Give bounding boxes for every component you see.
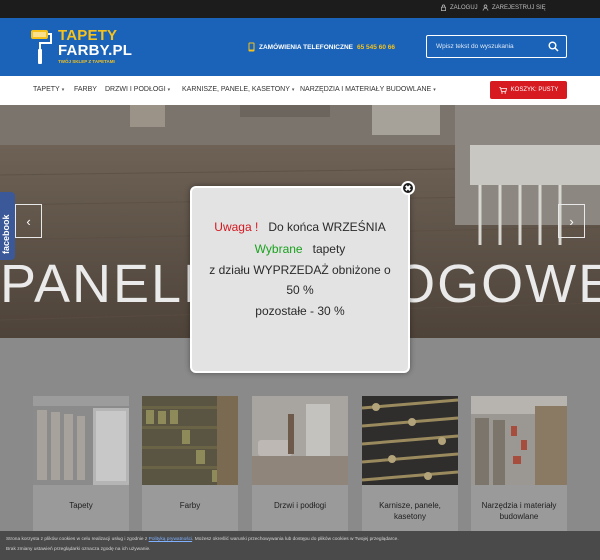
site-header: TAPETY FARBY.PL TWÓJ SKLEP Z TAPETAMI ZA… [0, 18, 600, 76]
modal-line2: Wybrane tapety [192, 242, 408, 256]
slider-next-button[interactable]: › [558, 204, 585, 238]
cart-icon [498, 86, 507, 94]
cookie-text-b: . Możesz określić warunki przechowywania… [192, 537, 399, 542]
phone-contact: ZAMÓWIENIA TELEFONICZNE 65 545 60 66 [248, 42, 395, 52]
nav-item-narzedzia[interactable]: NARZĘDZIA I MATERIAŁY BUDOWLANE ▾ [300, 86, 436, 93]
register-link[interactable]: ZAREJESTRUJ SIĘ [482, 4, 546, 11]
login-label: ZALOGUJ [450, 4, 478, 11]
chevron-down-icon: ▾ [291, 86, 295, 93]
cart-label: KOSZYK: PUSTY [510, 87, 559, 93]
category-image [33, 396, 129, 485]
nav-item-label: DRZWI I PODŁOGI [105, 86, 166, 93]
logo-line2: FARBY.PL [58, 42, 133, 59]
category-card-narzedzia[interactable]: Narzędzia i materiały budowlane [471, 396, 567, 536]
nav-item-farby[interactable]: FARBY [74, 86, 97, 93]
top-bar: ZALOGUJ ZAREJESTRUJ SIĘ [0, 0, 600, 18]
promo-modal: ✖ Uwaga ! Do końca WRZEŚNIA Wybrane tape… [190, 181, 415, 373]
category-card-farby[interactable]: Farby [142, 396, 238, 536]
nav-item-tapety[interactable]: TAPETY ▾ [33, 86, 64, 93]
category-label: Karnisze, panele, kasetony [379, 501, 441, 521]
cart-button[interactable]: KOSZYK: PUSTY [490, 81, 567, 99]
cookie-text-line1: Strona korzysta z plików cookies w celu … [6, 537, 399, 542]
category-label: Farby [179, 501, 201, 510]
nav-item-drzwi[interactable]: DRZWI I PODŁOGI ▾ [105, 86, 170, 93]
site-logo[interactable]: TAPETY FARBY.PL TWÓJ SKLEP Z TAPETAMI [30, 27, 132, 69]
category-label: Tapety [69, 501, 93, 510]
category-image [362, 396, 458, 485]
register-label: ZAREJESTRUJ SIĘ [492, 4, 546, 11]
facebook-tab[interactable]: facebook [0, 192, 15, 260]
category-label: Narzędzia i materiały budowlane [481, 501, 557, 521]
user-icon [482, 4, 489, 11]
nav-item-karnisze[interactable]: KARNISZE, PANELE, KASETONY ▾ [182, 86, 294, 93]
category-card-drzwi[interactable]: Drzwi i podłogi [252, 396, 348, 536]
category-label: Drzwi i podłogi [273, 501, 327, 510]
modal-line3: z działu WYPRZEDAŻ obniżone o [209, 263, 391, 277]
category-image [142, 396, 238, 485]
slider-prev-button[interactable]: ‹ [15, 204, 42, 238]
cookie-bar: Strona korzysta z plików cookies w celu … [0, 531, 600, 560]
modal-line1: Uwaga ! Do końca WRZEŚNIA [192, 220, 408, 234]
category-image [252, 396, 348, 485]
cookie-text-a: Strona korzysta z plików cookies w celu … [6, 537, 148, 542]
search-box [426, 35, 567, 58]
facebook-label: facebook [1, 214, 11, 254]
phone-number[interactable]: 65 545 60 66 [357, 44, 395, 51]
category-image [471, 396, 567, 485]
cookie-text-line2: Brak zmiany ustawień przeglądarki oznacz… [6, 547, 151, 552]
modal-warning: Uwaga ! [214, 220, 259, 234]
modal-tapety: tapety [312, 242, 346, 256]
search-icon[interactable] [548, 41, 559, 52]
privacy-policy-link[interactable]: Polityką prywatności [149, 537, 192, 542]
lock-icon [441, 4, 446, 11]
category-card-tapety[interactable]: Tapety [33, 396, 129, 536]
modal-line5: pozostałe - 30 % [255, 304, 345, 318]
nav-item-label: KARNISZE, PANELE, KASETONY [182, 86, 290, 93]
nav-item-label: NARZĘDZIA I MATERIAŁY BUDOWLANE [300, 86, 432, 93]
modal-deadline: Do końca WRZEŚNIA [268, 220, 386, 234]
paint-roller-icon [31, 30, 52, 64]
category-card-karnisze[interactable]: Karnisze, panele, kasetony [362, 396, 458, 536]
login-link[interactable]: ZALOGUJ [440, 4, 478, 11]
logo-tagline: TWÓJ SKLEP Z TAPETAMI [58, 59, 115, 64]
close-icon[interactable]: ✖ [401, 181, 415, 195]
chevron-down-icon: ▾ [433, 86, 436, 93]
chevron-down-icon: ▾ [61, 86, 65, 93]
search-input[interactable] [427, 36, 545, 57]
modal-line4: 50 % [286, 283, 314, 297]
phone-label: ZAMÓWIENIA TELEFONICZNE [259, 43, 354, 51]
phone-icon [248, 42, 255, 52]
modal-selected: Wybrane [254, 242, 303, 256]
nav-item-label: TAPETY [33, 86, 60, 93]
main-nav: TAPETY ▾ FARBY DRZWI I PODŁOGI ▾ KARNISZE,… [0, 76, 600, 105]
chevron-down-icon: ▾ [167, 86, 171, 93]
nav-item-label: FARBY [74, 86, 97, 93]
